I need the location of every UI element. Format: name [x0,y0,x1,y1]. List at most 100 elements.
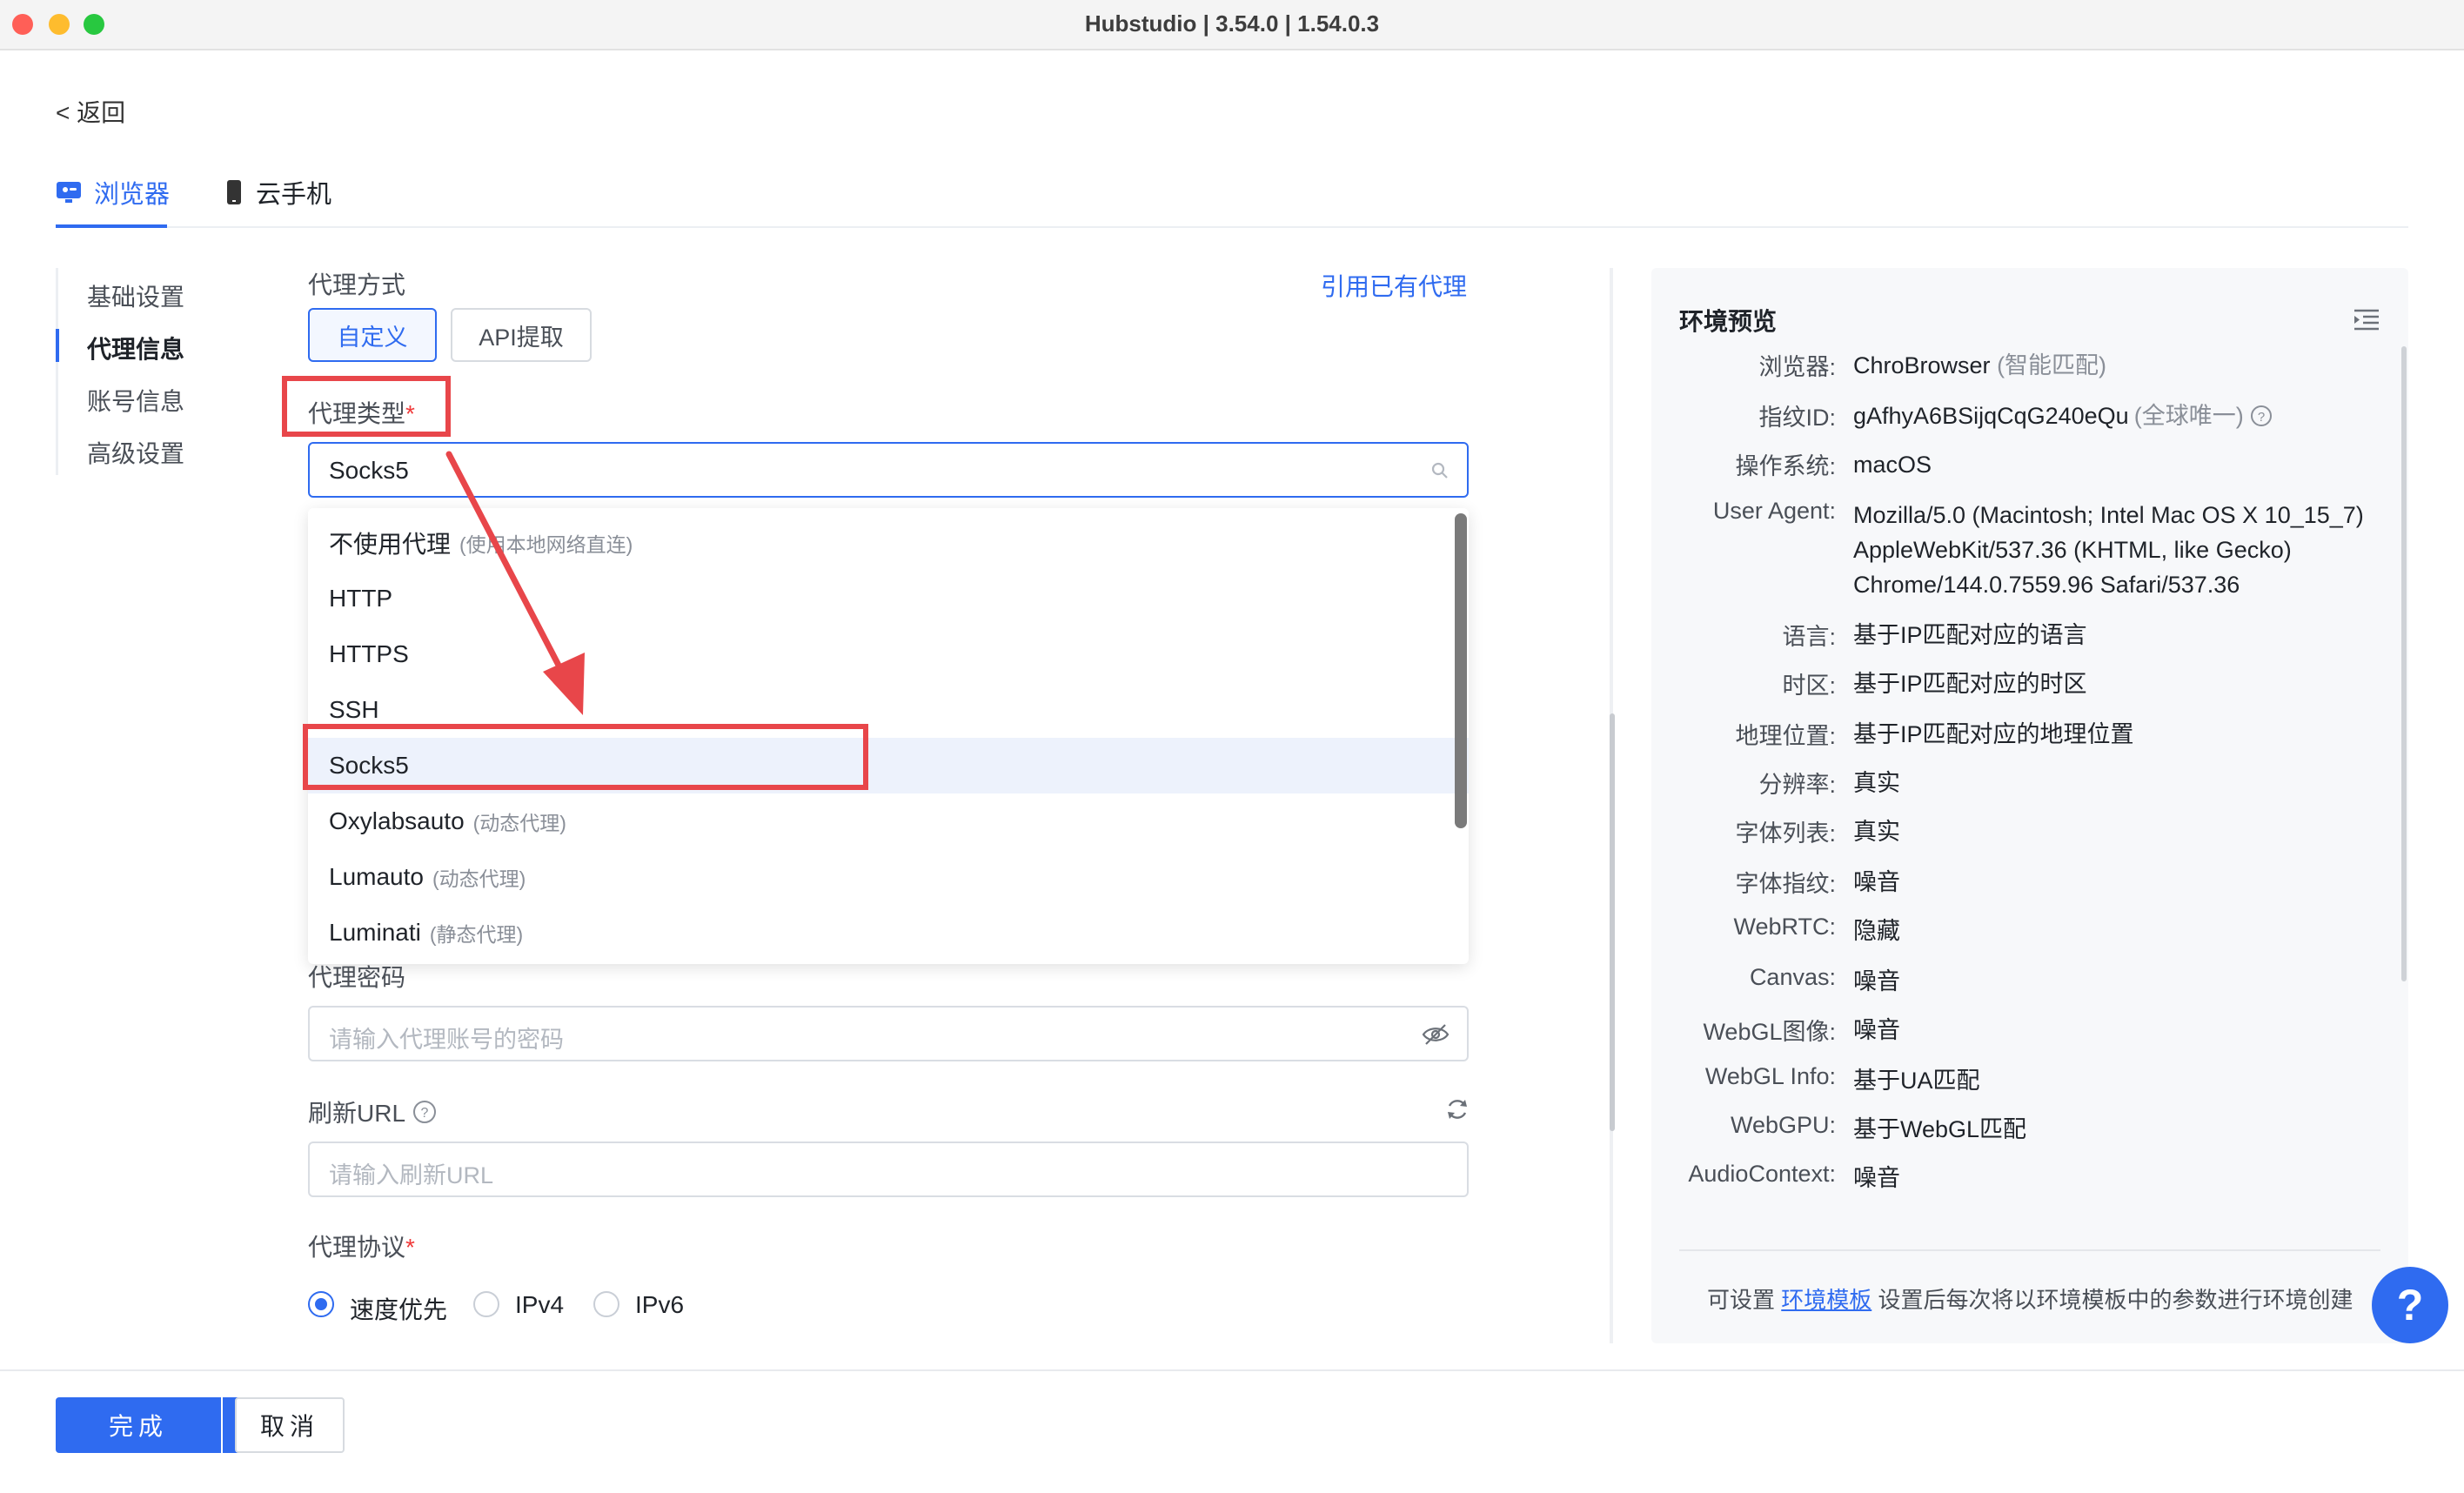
protocol-ipv6-radio[interactable] [593,1291,619,1317]
option-label: HTTP [329,585,393,612]
svg-text:?: ? [421,1106,429,1121]
refresh-url-placeholder: 请输入刷新URL [329,1162,494,1188]
option-label: Oxylabsauto [329,807,465,834]
preview-scrollbar[interactable] [2401,346,2407,981]
proxy-protocol-label-text: 代理协议 [308,1234,406,1261]
preview-value-browser: ChroBrowser (智能匹配) [1853,348,2106,383]
preview-key-webrtc: WebRTC: [1733,914,1836,940]
help-button[interactable]: ? [2372,1267,2448,1343]
window-titlebar: Hubstudio | 3.54.0 | 1.54.0.3 [0,0,2464,50]
refresh-url-field[interactable]: 请输入刷新URL [308,1142,1469,1197]
tab-browser-label: 浏览器 [94,181,171,209]
preview-value-webgpu: 基于WebGL匹配 [1853,1116,2027,1142]
svg-text:?: ? [2258,410,2265,425]
sidebar-item-advanced-settings[interactable]: 高级设置 [87,435,184,470]
proxy-password-placeholder: 请输入代理账号的密码 [329,1027,564,1053]
eye-off-icon[interactable] [1422,1023,1450,1046]
preview-key-fingerprint-id: 指纹ID: [1758,405,1836,431]
preview-value-audiocontext: 噪音 [1853,1165,1900,1191]
preview-value-resolution: 真实 [1853,770,1900,796]
preview-key-geolocation: 地理位置: [1735,723,1836,749]
footer-note-suffix: 设置后每次将以环境模板中的参数进行环境创建 [1878,1287,2354,1313]
option-label: Luminati [329,919,421,946]
refresh-url-label-text: 刷新URL [308,1100,406,1127]
back-link[interactable]: < 返回 [56,94,125,129]
footer-note-prefix: 可设置 [1707,1287,1776,1313]
preview-value-fingerprint-id: gAfhyA6BSijqCqG240eQu (全球唯一) ? [1853,398,2273,433]
preview-key-os: 操作系统: [1735,453,1836,479]
value-extra: (全球唯一) [2133,403,2244,429]
proxy-type-option-lumauto[interactable]: Lumauto (动态代理) [308,849,1469,905]
preview-value-timezone: 基于IP匹配对应的时区 [1853,671,2087,697]
preview-key-timezone: 时区: [1782,673,1836,699]
sidenav-track [56,268,58,475]
protocol-ipv6-label[interactable]: IPv6 [635,1291,684,1319]
option-label: HTTPS [329,640,409,667]
proxy-method-label: 代理方式 [308,271,406,298]
preview-value-webrtc: 隐藏 [1853,918,1900,944]
option-hint: (动态代理) [472,812,566,834]
protocol-speed-radio[interactable] [308,1291,334,1317]
question-circle-icon[interactable]: ? [412,1100,437,1124]
monitor-icon [57,182,81,203]
sidebar-item-basic-settings[interactable]: 基础设置 [87,278,184,313]
option-hint: (动态代理) [432,867,526,890]
preview-key-canvas: Canvas: [1749,964,1836,990]
proxy-type-option-oxylabsauto[interactable]: Oxylabsauto (动态代理) [308,793,1469,849]
proxy-protocol-label: 代理协议* [308,1229,415,1263]
tabs-divider [56,226,2408,228]
preview-footer-divider [1679,1249,2380,1251]
window-title: Hubstudio | 3.54.0 | 1.54.0.3 [1084,10,1380,37]
annotation-arrow [445,451,585,715]
sidebar-item-account-info[interactable]: 账号信息 [87,383,184,418]
cancel-button[interactable]: 取消 [235,1397,345,1453]
sidenav-active-indicator [56,329,59,362]
proxy-password-label: 代理密码 [308,964,406,991]
form-scrollbar[interactable] [1610,713,1615,1131]
preview-value-os: macOS [1853,452,1932,478]
option-hint: (静态代理) [429,923,524,946]
preview-key-font-list: 字体列表: [1735,820,1836,847]
phone-icon [227,180,241,204]
protocol-ipv4-label[interactable]: IPv4 [515,1291,564,1319]
preview-value-canvas: 噪音 [1853,968,1900,994]
refresh-icon[interactable] [1444,1096,1470,1122]
use-existing-proxy-link[interactable]: 引用已有代理 [1321,268,1467,303]
question-circle-icon[interactable]: ? [2249,404,2273,428]
preview-value-font-list: 真实 [1853,819,1900,845]
environment-preview-title: 环境预览 [1679,308,1778,335]
search-icon [1431,462,1448,479]
active-tab-indicator [56,224,167,228]
preview-value-language: 基于IP匹配对应的语言 [1853,622,2087,648]
value-extra: (智能匹配) [1997,352,2107,378]
preview-value-font-fingerprint: 噪音 [1853,869,1900,895]
preview-key-user-agent: User Agent: [1712,498,1836,524]
preview-key-webgl-info: WebGL Info: [1704,1063,1836,1089]
proxy-password-field[interactable]: 请输入代理账号的密码 [308,1006,1469,1061]
option-label: Lumauto [329,863,424,890]
done-button[interactable]: 完成 [56,1397,221,1453]
option-label: 不使用代理 [329,531,452,558]
protocol-speed-label[interactable]: 速度优先 [350,1291,447,1326]
proxy-type-option-luminati[interactable]: Luminati (静态代理) [308,905,1469,961]
footer-divider [0,1369,2464,1371]
preview-key-language: 语言: [1782,624,1836,650]
environment-template-link[interactable]: 环境模板 [1781,1287,1871,1313]
preview-footer-note: 可设置 环境模板 设置后每次将以环境模板中的参数进行环境创建 [1707,1282,2354,1315]
preview-key-font-fingerprint: 字体指纹: [1735,871,1836,897]
tab-browser[interactable]: 浏览器 [56,174,170,211]
option-label: SSH [329,696,379,723]
sidebar-item-proxy-info[interactable]: 代理信息 [87,331,184,365]
tab-cloud-phone[interactable]: 云手机 [224,174,331,211]
proxy-method-custom-button[interactable]: 自定义 [308,308,437,362]
highlight-box-socks5-option [303,724,868,790]
value-text: ChroBrowser [1853,352,1991,378]
collapse-panel-icon[interactable] [2353,308,2380,332]
preview-key-webgl-image: WebGL图像: [1703,1019,1836,1045]
dropdown-scrollbar[interactable] [1455,513,1467,828]
proxy-method-api-button[interactable]: API提取 [451,308,592,362]
preview-value-geolocation: 基于IP匹配对应的地理位置 [1853,721,2134,747]
protocol-ipv4-radio[interactable] [473,1291,499,1317]
highlight-box-proxy-type-label [282,376,451,437]
proxy-type-select-value: Socks5 [329,457,409,484]
